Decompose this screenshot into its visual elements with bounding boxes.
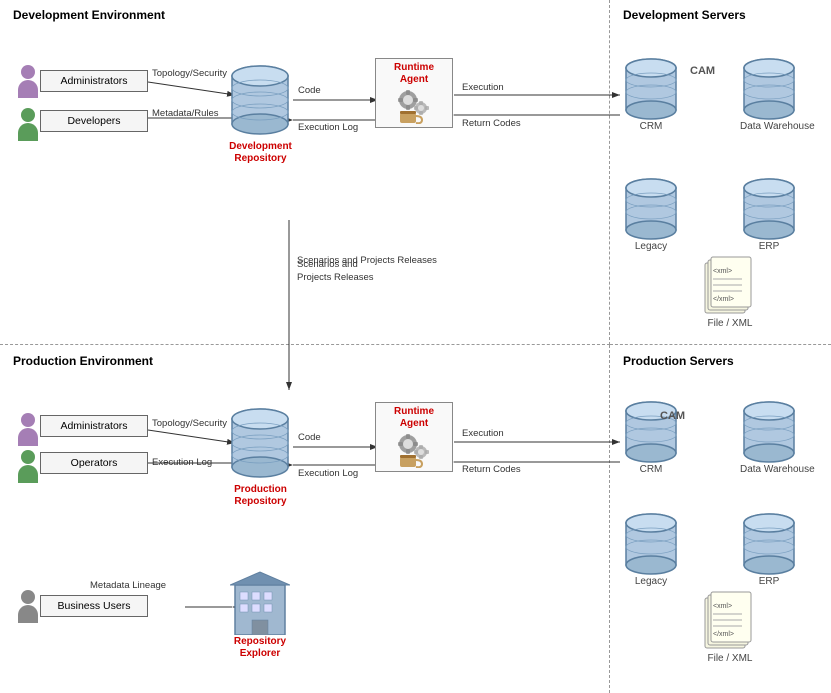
- prod-repo-label: ProductionRepository: [228, 484, 293, 508]
- runtime-agent-dev: RuntimeAgent: [375, 58, 453, 128]
- execlog-label-dev: Execution Log: [298, 122, 358, 133]
- dev-repo-label: DevelopmentRepository: [228, 141, 293, 165]
- execlog-label-prod-left: Execution Log: [152, 457, 212, 468]
- file-xml-label-prod: File / XML: [700, 653, 760, 664]
- legacy-label-dev: Legacy: [622, 241, 680, 252]
- dev-env-quadrant: [0, 0, 610, 345]
- ops-box: Operators: [40, 452, 148, 474]
- erp-label-prod: ERP: [740, 576, 798, 587]
- admin-person-prod: [18, 413, 38, 446]
- scenarios-releases-label: Scenarios andProjects Releases: [297, 258, 374, 285]
- svg-text:</xml>: </xml>: [713, 296, 734, 303]
- runtime-label-dev: RuntimeAgent: [378, 62, 450, 86]
- dev-env-title: Development Environment: [5, 2, 173, 28]
- legacy-label-prod: Legacy: [622, 576, 680, 587]
- repo-explorer-label: RepositoryExplorer: [230, 636, 290, 660]
- prod-env-title: Production Environment: [5, 348, 161, 374]
- erp-label-dev: ERP: [740, 241, 798, 252]
- svg-text:<xml>: <xml>: [713, 603, 732, 610]
- file-xml-prod: <xml> </xml> File / XML: [700, 590, 760, 664]
- dw-db-prod: Data Warehouse: [740, 398, 815, 476]
- legacy-db-dev: Legacy: [622, 175, 680, 252]
- crm-label-prod: CRM: [622, 464, 680, 475]
- runtime-label-prod: RuntimeAgent: [378, 406, 450, 430]
- returncodes-label-dev: Return Codes: [462, 118, 521, 129]
- svg-text:</xml>: </xml>: [713, 631, 734, 638]
- dw-label-dev: Data Warehouse: [740, 121, 815, 133]
- erp-db-prod: ERP: [740, 510, 798, 587]
- topology-label-dev: Topology/Security: [152, 68, 227, 79]
- dw-label-prod: Data Warehouse: [740, 464, 815, 476]
- ops-person: [18, 450, 38, 483]
- prod-repo-db: ProductionRepository: [228, 403, 293, 508]
- execution-label-prod: Execution: [462, 428, 504, 439]
- dw-db-dev: Data Warehouse: [740, 55, 815, 133]
- svg-text:<xml>: <xml>: [713, 268, 732, 275]
- repo-explorer: RepositoryExplorer: [230, 570, 290, 660]
- admin-box-prod: Administrators: [40, 415, 148, 437]
- metadata-label-dev: Metadata/Rules: [152, 108, 219, 119]
- erp-db-dev: ERP: [740, 175, 798, 252]
- execution-label-dev: Execution: [462, 82, 504, 93]
- admin-person-dev: [18, 65, 38, 98]
- crm-label-dev: CRM: [622, 121, 680, 132]
- architecture-diagram: Development Environment Development Serv…: [0, 0, 831, 693]
- metadata-lineage-label: Metadata Lineage: [90, 580, 166, 592]
- admin-box-dev: Administrators: [40, 70, 148, 92]
- prod-env-quadrant: [0, 345, 610, 693]
- dev-srv-title: Development Servers: [615, 2, 754, 28]
- topology-label-prod: Topology/Security: [152, 418, 227, 429]
- prod-srv-title: Production Servers: [615, 348, 742, 374]
- file-xml-dev: <xml> </xml> File / XML: [700, 255, 760, 329]
- file-xml-label-dev: File / XML: [700, 318, 760, 329]
- execlog-label-prod: Execution Log: [298, 468, 358, 479]
- crm-db-dev: CRM: [622, 55, 680, 132]
- returncodes-label-prod: Return Codes: [462, 464, 521, 475]
- code-label-dev: Code: [298, 85, 321, 96]
- dev-repo-db: DevelopmentRepository: [228, 60, 293, 165]
- dev-person: [18, 108, 38, 141]
- cam-label-dev-area: CAM: [690, 65, 715, 77]
- runtime-agent-prod: RuntimeAgent: [375, 402, 453, 472]
- business-users-box: Business Users: [40, 595, 148, 617]
- legacy-db-prod: Legacy: [622, 510, 680, 587]
- cam-label-prod-area: CAM: [660, 410, 685, 422]
- dev-box: Developers: [40, 110, 148, 132]
- business-user-person: [18, 590, 38, 623]
- code-label-prod: Code: [298, 432, 321, 443]
